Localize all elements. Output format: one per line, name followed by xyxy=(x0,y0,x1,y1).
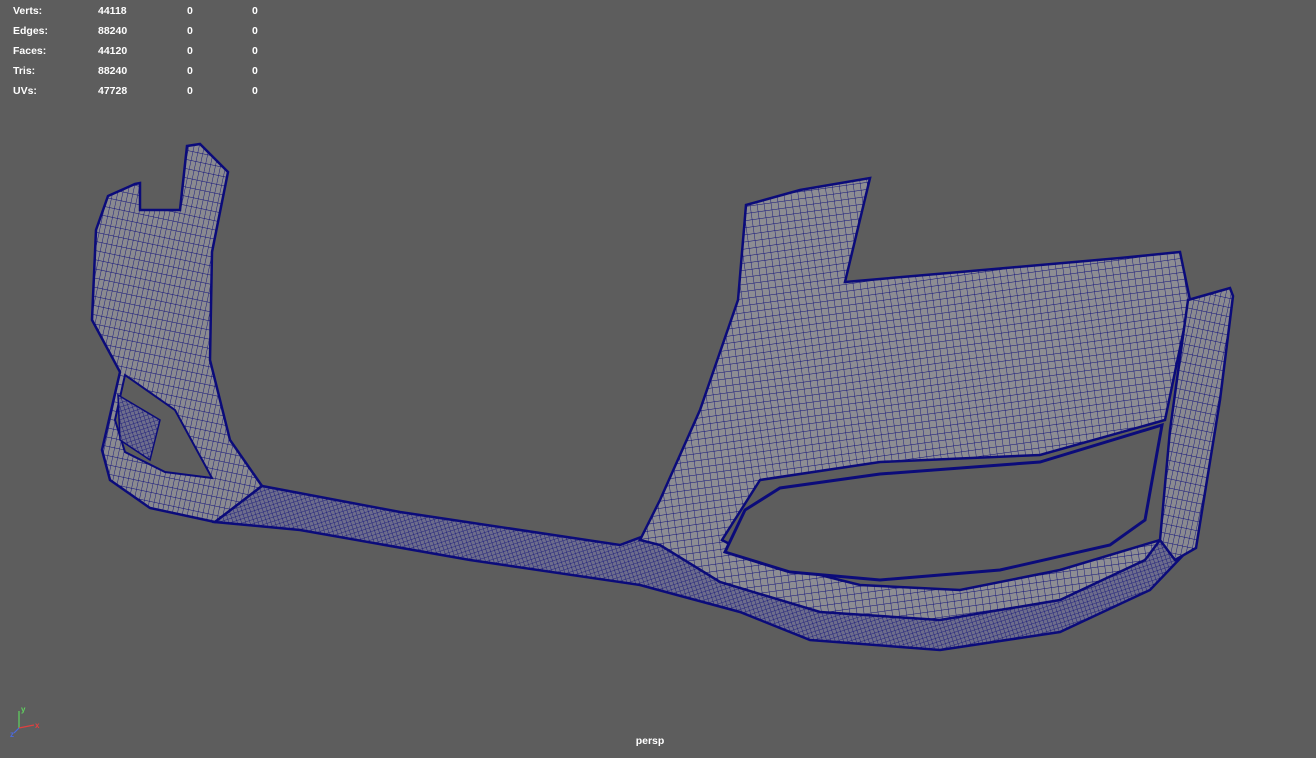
hud-value: 0 xyxy=(187,65,193,77)
hud-label: Verts: xyxy=(13,5,43,17)
hud-value: 47728 xyxy=(98,85,128,97)
hud-row-tris: Tris: 88240 0 0 xyxy=(13,61,273,81)
axis-y-label: y xyxy=(21,705,26,714)
hud-row-verts: Verts: 44118 0 0 xyxy=(13,1,273,21)
hud-row-edges: Edges: 88240 0 0 xyxy=(13,21,273,41)
hud-label: Faces: xyxy=(13,45,47,57)
hud-label: UVs: xyxy=(13,85,37,97)
perspective-viewport[interactable]: Verts: 44118 0 0 Edges: 88240 0 0 Faces:… xyxy=(0,0,1316,753)
hud-value: 0 xyxy=(252,85,258,97)
hud-value: 0 xyxy=(252,25,258,37)
hud-label: Edges: xyxy=(13,25,49,37)
hud-value: 44118 xyxy=(98,5,127,17)
hud-value: 0 xyxy=(187,25,193,37)
axis-gizmo-icon: y x z xyxy=(10,705,40,739)
hud-value: 0 xyxy=(187,85,193,97)
hud-value: 0 xyxy=(252,5,258,17)
hud-row-faces: Faces: 44120 0 0 xyxy=(13,41,273,61)
hud-value: 44120 xyxy=(98,45,128,57)
hud-label: Tris: xyxy=(13,65,36,77)
hud-value: 0 xyxy=(187,5,193,17)
mesh-render xyxy=(90,142,1235,652)
hud-value: 88240 xyxy=(98,65,128,77)
camera-name-label: persp xyxy=(635,735,665,747)
axis-x-label: x xyxy=(35,721,40,730)
hud-value: 0 xyxy=(252,45,258,57)
hud-value: 0 xyxy=(252,65,258,77)
hud-row-uvs: UVs: 47728 0 0 xyxy=(13,81,273,101)
hud-value: 0 xyxy=(187,45,193,57)
poly-count-hud: Verts: 44118 0 0 Edges: 88240 0 0 Faces:… xyxy=(13,1,273,101)
hud-value: 88240 xyxy=(98,25,128,37)
